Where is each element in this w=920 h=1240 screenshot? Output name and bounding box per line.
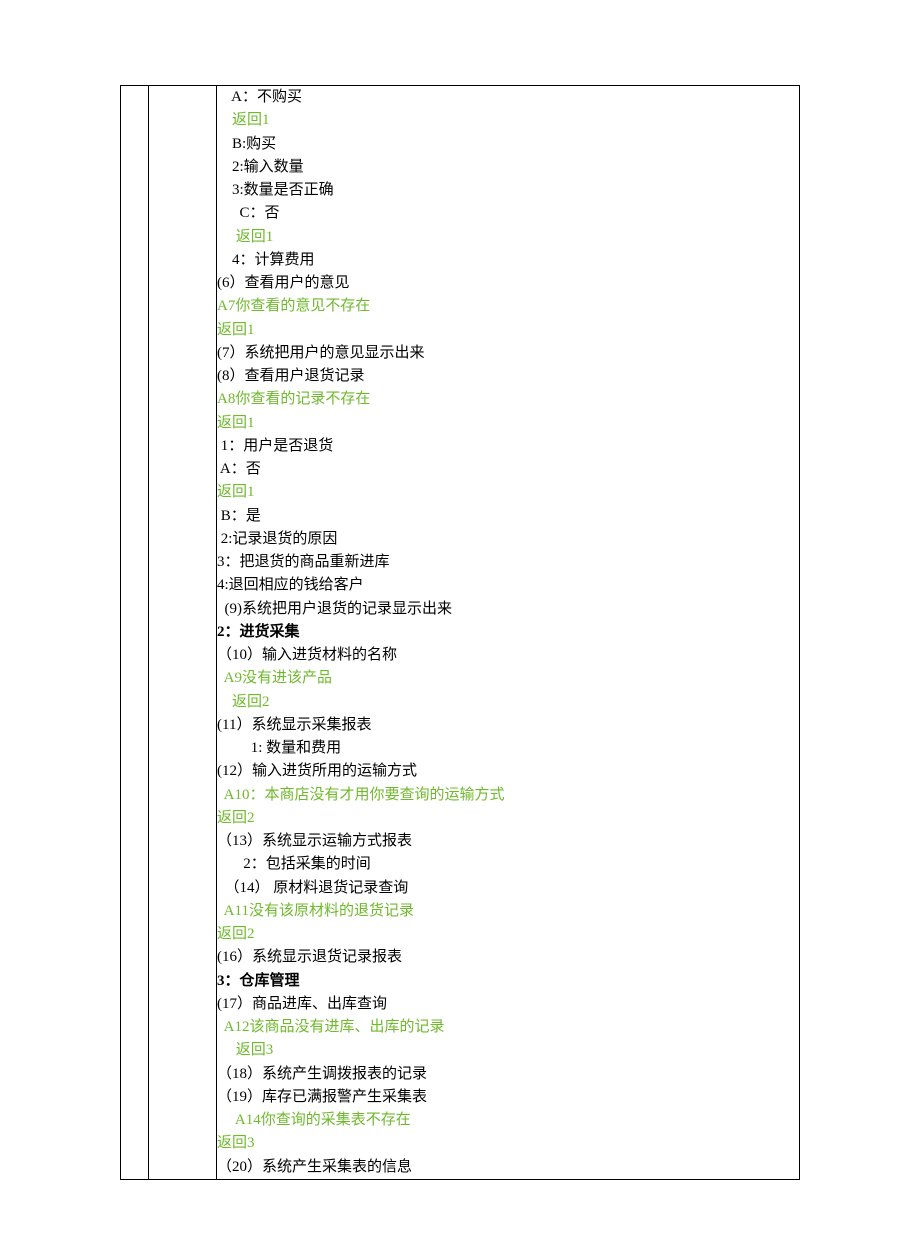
text-line: 2：包括采集的时间 bbox=[217, 853, 799, 876]
text-line: （14） 原材料退货记录查询 bbox=[217, 877, 799, 900]
text-line: 3：把退货的商品重新进库 bbox=[217, 551, 799, 574]
text-line: (8）查看用户退货记录 bbox=[217, 365, 799, 388]
text-line: 3：仓库管理 bbox=[217, 970, 799, 993]
column-a bbox=[121, 86, 149, 1180]
text-line: (12）输入进货所用的运输方式 bbox=[217, 760, 799, 783]
text-content: A：不购买 返回1 B:购买 2:输入数量 3:数量是否正确 C：否 返回1 4… bbox=[217, 86, 799, 1179]
column-content: A：不购买 返回1 B:购买 2:输入数量 3:数量是否正确 C：否 返回1 4… bbox=[217, 86, 800, 1180]
text-line: A10：本商店没有才用你要查询的运输方式 bbox=[217, 784, 799, 807]
text-line: (7）系统把用户的意见显示出来 bbox=[217, 342, 799, 365]
text-line: A11没有该原材料的退货记录 bbox=[217, 900, 799, 923]
text-line: 4：计算费用 bbox=[217, 249, 799, 272]
text-line: A7你查看的意见不存在 bbox=[217, 295, 799, 318]
text-line: （10）输入进货材料的名称 bbox=[217, 644, 799, 667]
text-line: 1：用户是否退货 bbox=[217, 435, 799, 458]
text-line: 返回1 bbox=[217, 481, 799, 504]
text-line: (17）商品进库、出库查询 bbox=[217, 993, 799, 1016]
column-b bbox=[149, 86, 217, 1180]
text-line: A14你查询的采集表不存在 bbox=[217, 1109, 799, 1132]
text-line: 3:数量是否正确 bbox=[217, 179, 799, 202]
text-line: 2:输入数量 bbox=[217, 156, 799, 179]
text-line: A8你查看的记录不存在 bbox=[217, 388, 799, 411]
document-page: A：不购买 返回1 B:购买 2:输入数量 3:数量是否正确 C：否 返回1 4… bbox=[0, 0, 920, 1240]
text-line: （13）系统显示运输方式报表 bbox=[217, 830, 799, 853]
text-line: 2：进货采集 bbox=[217, 621, 799, 644]
text-line: A：不购买 bbox=[217, 86, 799, 109]
text-line: A12该商品没有进库、出库的记录 bbox=[217, 1016, 799, 1039]
text-line: 4:退回相应的钱给客户 bbox=[217, 574, 799, 597]
text-line: 1: 数量和费用 bbox=[217, 737, 799, 760]
text-line: A：否 bbox=[217, 458, 799, 481]
text-line: 返回2 bbox=[217, 691, 799, 714]
text-line: A9没有进该产品 bbox=[217, 667, 799, 690]
text-line: 返回2 bbox=[217, 923, 799, 946]
text-line: （20）系统产生采集表的信息 bbox=[217, 1156, 799, 1179]
text-line: （18）系统产生调拨报表的记录 bbox=[217, 1063, 799, 1086]
text-line: 返回3 bbox=[217, 1132, 799, 1155]
text-line: C：否 bbox=[217, 202, 799, 225]
text-line: 返回2 bbox=[217, 807, 799, 830]
text-line: B：是 bbox=[217, 505, 799, 528]
text-line: 返回3 bbox=[217, 1039, 799, 1062]
text-line: (6）查看用户的意见 bbox=[217, 272, 799, 295]
content-table: A：不购买 返回1 B:购买 2:输入数量 3:数量是否正确 C：否 返回1 4… bbox=[120, 85, 800, 1180]
text-line: B:购买 bbox=[217, 133, 799, 156]
text-line: 返回1 bbox=[217, 109, 799, 132]
text-line: 2:记录退货的原因 bbox=[217, 528, 799, 551]
text-line: 返回1 bbox=[217, 226, 799, 249]
text-line: 返回1 bbox=[217, 412, 799, 435]
text-line: (9)系统把用户退货的记录显示出来 bbox=[217, 598, 799, 621]
text-line: (16）系统显示退货记录报表 bbox=[217, 946, 799, 969]
text-line: 返回1 bbox=[217, 319, 799, 342]
text-line: (11）系统显示采集报表 bbox=[217, 714, 799, 737]
text-line: （19）库存已满报警产生采集表 bbox=[217, 1086, 799, 1109]
